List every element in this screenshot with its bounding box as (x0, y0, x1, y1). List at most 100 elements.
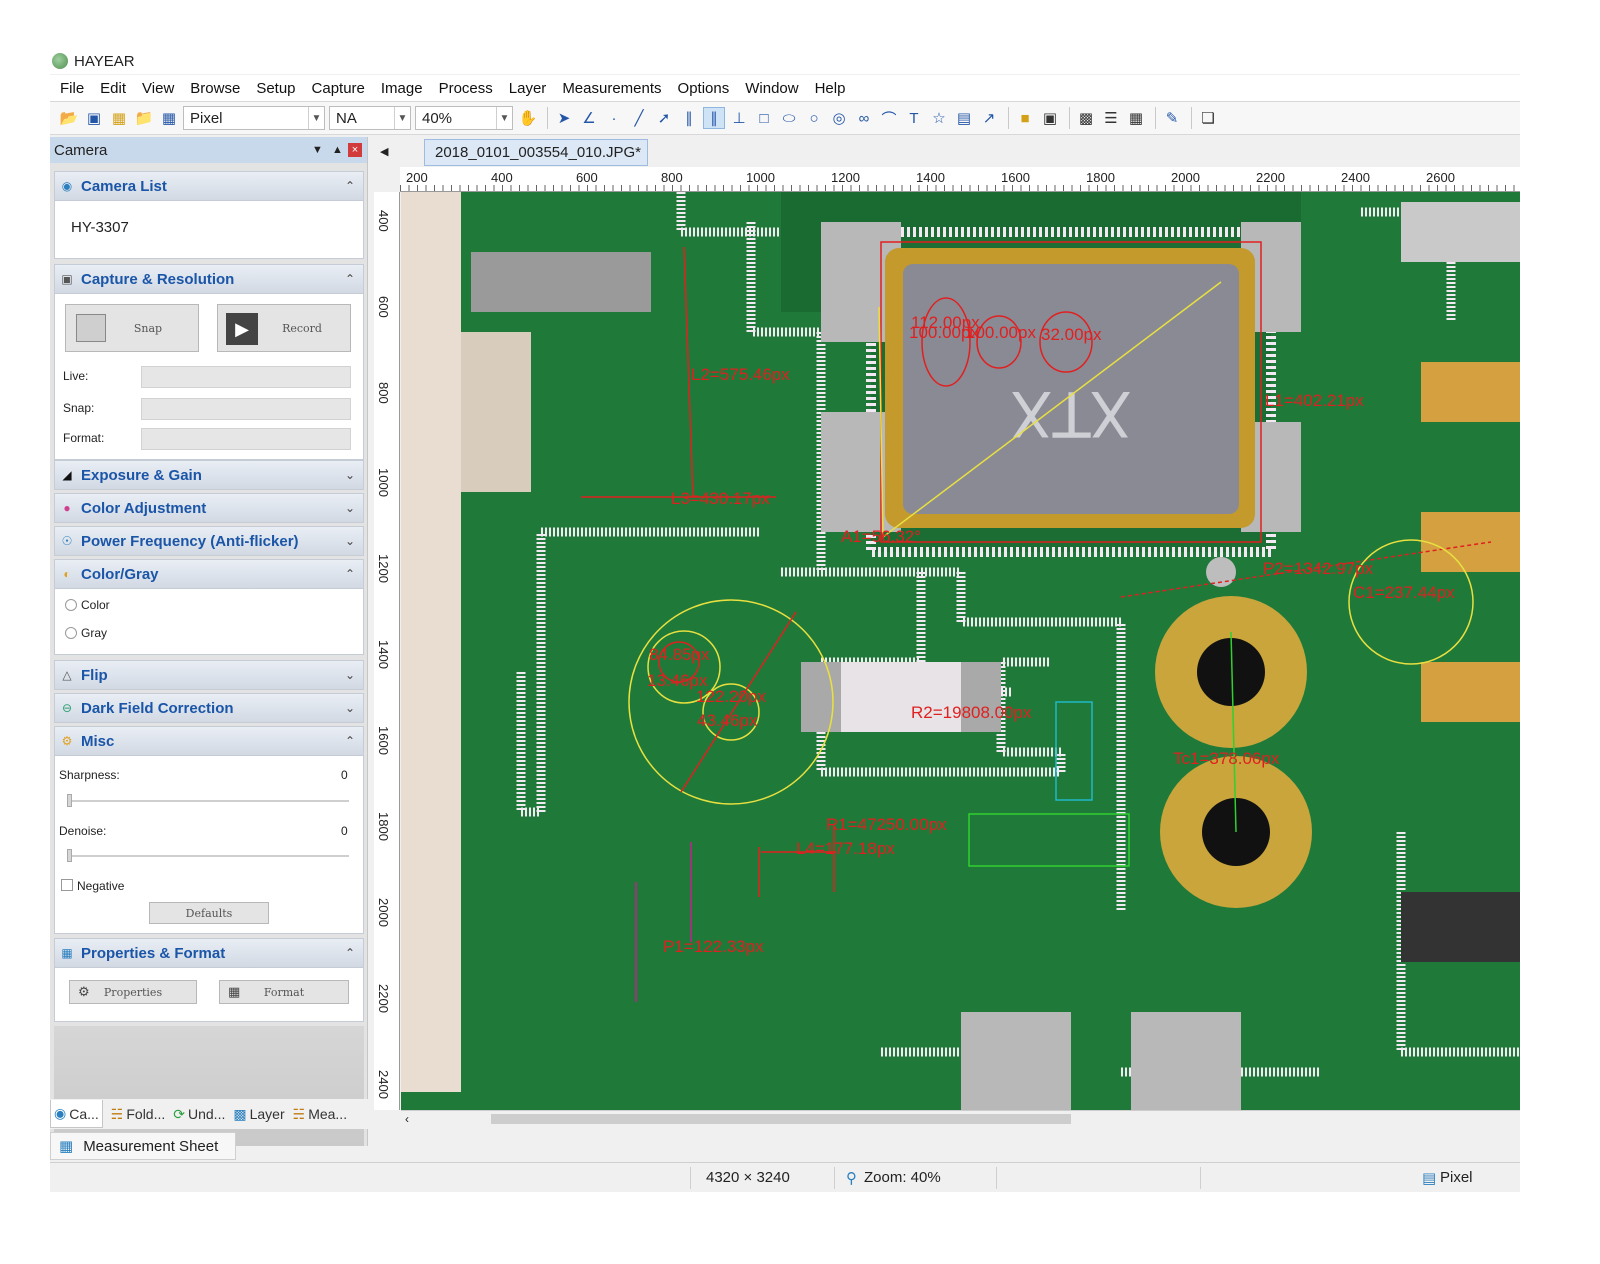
close-icon[interactable]: × (348, 143, 362, 157)
chevron-down-icon[interactable]: ▼ (308, 107, 324, 129)
chevron-down-icon[interactable]: ⌄ (345, 468, 355, 482)
window-icon[interactable]: ❏ (1197, 107, 1219, 129)
camera-list-header[interactable]: ◉ Camera List ⌃ (54, 171, 364, 201)
menu-measurements[interactable]: Measurements (562, 80, 661, 97)
pin-icon[interactable]: ▲ (332, 144, 343, 156)
point-icon[interactable]: · (603, 107, 625, 129)
menu-capture[interactable]: Capture (312, 80, 365, 97)
save-icon[interactable]: ▣ (83, 107, 105, 129)
tab-scroll-left-icon[interactable]: ◀ (380, 145, 388, 158)
dark-field-header[interactable]: ⊖ Dark Field Correction ⌄ (54, 693, 364, 723)
sharpness-slider-track[interactable] (67, 800, 349, 802)
chevron-up-icon[interactable]: ⌃ (345, 734, 355, 748)
format-combo[interactable] (141, 428, 351, 450)
browse-folder-icon[interactable]: 📁 (133, 107, 155, 129)
chevron-down-icon[interactable]: ▼ (496, 107, 512, 129)
menu-setup[interactable]: Setup (256, 80, 295, 97)
negative-checkbox[interactable] (61, 879, 73, 891)
color-radio[interactable] (65, 599, 77, 611)
export-icon[interactable]: ✎ (1161, 107, 1183, 129)
live-combo[interactable] (141, 366, 351, 388)
snap-button[interactable]: Snap (65, 304, 199, 352)
circle-icon[interactable]: ○ (803, 107, 825, 129)
calibrate-icon[interactable]: ■ (1014, 107, 1036, 129)
chevron-up-icon[interactable]: ⌃ (345, 179, 355, 193)
color-gray-header[interactable]: ◐ Color/Gray ⌃ (54, 559, 364, 589)
scale-bar-icon[interactable]: ▤ (953, 107, 975, 129)
chevron-up-icon[interactable]: ⌃ (345, 272, 355, 286)
scrollbar-thumb[interactable] (491, 1114, 1071, 1124)
document-tab[interactable]: 2018_0101_003554_010.JPG* (424, 139, 648, 166)
text-icon[interactable]: T (903, 107, 925, 129)
chevron-down-icon[interactable]: ⌄ (345, 534, 355, 548)
dropdown-icon[interactable]: ▼ (312, 144, 323, 156)
sharpness-slider-thumb[interactable] (67, 794, 72, 807)
ellipse-icon[interactable]: ⬭ (778, 107, 800, 129)
menu-view[interactable]: View (142, 80, 174, 97)
angle-icon[interactable]: ∠ (578, 107, 600, 129)
gray-radio[interactable] (65, 627, 77, 639)
arrow-icon[interactable]: ↗ (978, 107, 1000, 129)
misc-header[interactable]: ⚙ Misc ⌃ (54, 726, 364, 756)
link-circle-icon[interactable]: ∞ (853, 107, 875, 129)
snap-combo[interactable] (141, 398, 351, 420)
layer-icon[interactable]: ▩ (1075, 107, 1097, 129)
align-icon[interactable]: ☰ (1100, 107, 1122, 129)
tab-measurement[interactable]: ☵ Mea... (293, 1106, 347, 1123)
star-icon[interactable]: ☆ (928, 107, 950, 129)
exposure-header[interactable]: ◢ Exposure & Gain ⌄ (54, 460, 364, 490)
scroll-left-icon[interactable]: ‹ (405, 1112, 409, 1126)
table-icon[interactable]: ▦ (1125, 107, 1147, 129)
menu-edit[interactable]: Edit (100, 80, 126, 97)
concentric-circle-icon[interactable]: ◎ (828, 107, 850, 129)
record-button[interactable]: ▶ Record (217, 304, 351, 352)
tab-camera[interactable]: ◉ Ca... (50, 1100, 103, 1128)
menu-options[interactable]: Options (678, 80, 730, 97)
capture-header[interactable]: ▣ Capture & Resolution ⌃ (54, 264, 364, 294)
horizontal-line-icon[interactable]: ➚ (653, 107, 675, 129)
menu-file[interactable]: File (60, 80, 84, 97)
grid-icon[interactable]: ▣ (1039, 107, 1061, 129)
horizontal-scrollbar[interactable]: ‹ (401, 1110, 1520, 1127)
defaults-button[interactable]: Defaults (149, 902, 269, 924)
image-viewport[interactable]: XTX L2=575.46px L1=402.21px L3=430.17px … (401, 192, 1520, 1110)
parallel-line-icon[interactable]: ∥ (678, 107, 700, 129)
camera-list-item[interactable]: HY-3307 (71, 219, 129, 236)
chevron-down-icon[interactable]: ⌄ (345, 501, 355, 515)
select-arrow-icon[interactable]: ➤ (553, 107, 575, 129)
properties-button[interactable]: ⚙ Properties (69, 980, 197, 1004)
chevron-up-icon[interactable]: ⌃ (345, 567, 355, 581)
chevron-down-icon[interactable]: ▼ (394, 107, 410, 129)
power-frequency-header[interactable]: ☉ Power Frequency (Anti-flicker) ⌄ (54, 526, 364, 556)
menu-browse[interactable]: Browse (190, 80, 240, 97)
color-adjustment-header[interactable]: ● Color Adjustment ⌄ (54, 493, 364, 523)
chevron-up-icon[interactable]: ⌃ (345, 946, 355, 960)
measurement-sheet-tab[interactable]: ▦ Measurement Sheet (50, 1132, 236, 1160)
save-all-icon[interactable]: ▦ (108, 107, 130, 129)
flip-header[interactable]: △ Flip ⌄ (54, 660, 364, 690)
rectangle-icon[interactable]: □ (753, 107, 775, 129)
tab-layer[interactable]: ▩ Layer (233, 1106, 284, 1123)
denoise-slider-track[interactable] (67, 855, 349, 857)
perpendicular-icon[interactable]: ⊥ (728, 107, 750, 129)
parallel-lines-icon[interactable]: ∥ (703, 107, 725, 129)
chevron-down-icon[interactable]: ⌄ (345, 668, 355, 682)
denoise-slider-thumb[interactable] (67, 849, 72, 862)
zoom-combo[interactable]: 40% ▼ (415, 106, 513, 130)
properties-header[interactable]: ▦ Properties & Format ⌃ (54, 938, 364, 968)
menu-layer[interactable]: Layer (509, 80, 547, 97)
magnification-combo[interactable]: NA ▼ (329, 106, 411, 130)
tab-undo[interactable]: ⟳ Und... (173, 1106, 225, 1123)
tab-folder[interactable]: ☵ Fold... (111, 1106, 165, 1123)
menu-help[interactable]: Help (815, 80, 846, 97)
menu-process[interactable]: Process (439, 80, 493, 97)
chevron-down-icon[interactable]: ⌄ (345, 701, 355, 715)
line-icon[interactable]: ╱ (628, 107, 650, 129)
menu-window[interactable]: Window (745, 80, 798, 97)
menu-image[interactable]: Image (381, 80, 423, 97)
open-folder-icon[interactable]: 📂 (58, 107, 80, 129)
format-button[interactable]: ▦ Format (219, 980, 349, 1004)
thumbnail-icon[interactable]: ▦ (158, 107, 180, 129)
unit-combo[interactable]: Pixel ▼ (183, 106, 325, 130)
arc-icon[interactable]: ⌒ (878, 107, 900, 129)
